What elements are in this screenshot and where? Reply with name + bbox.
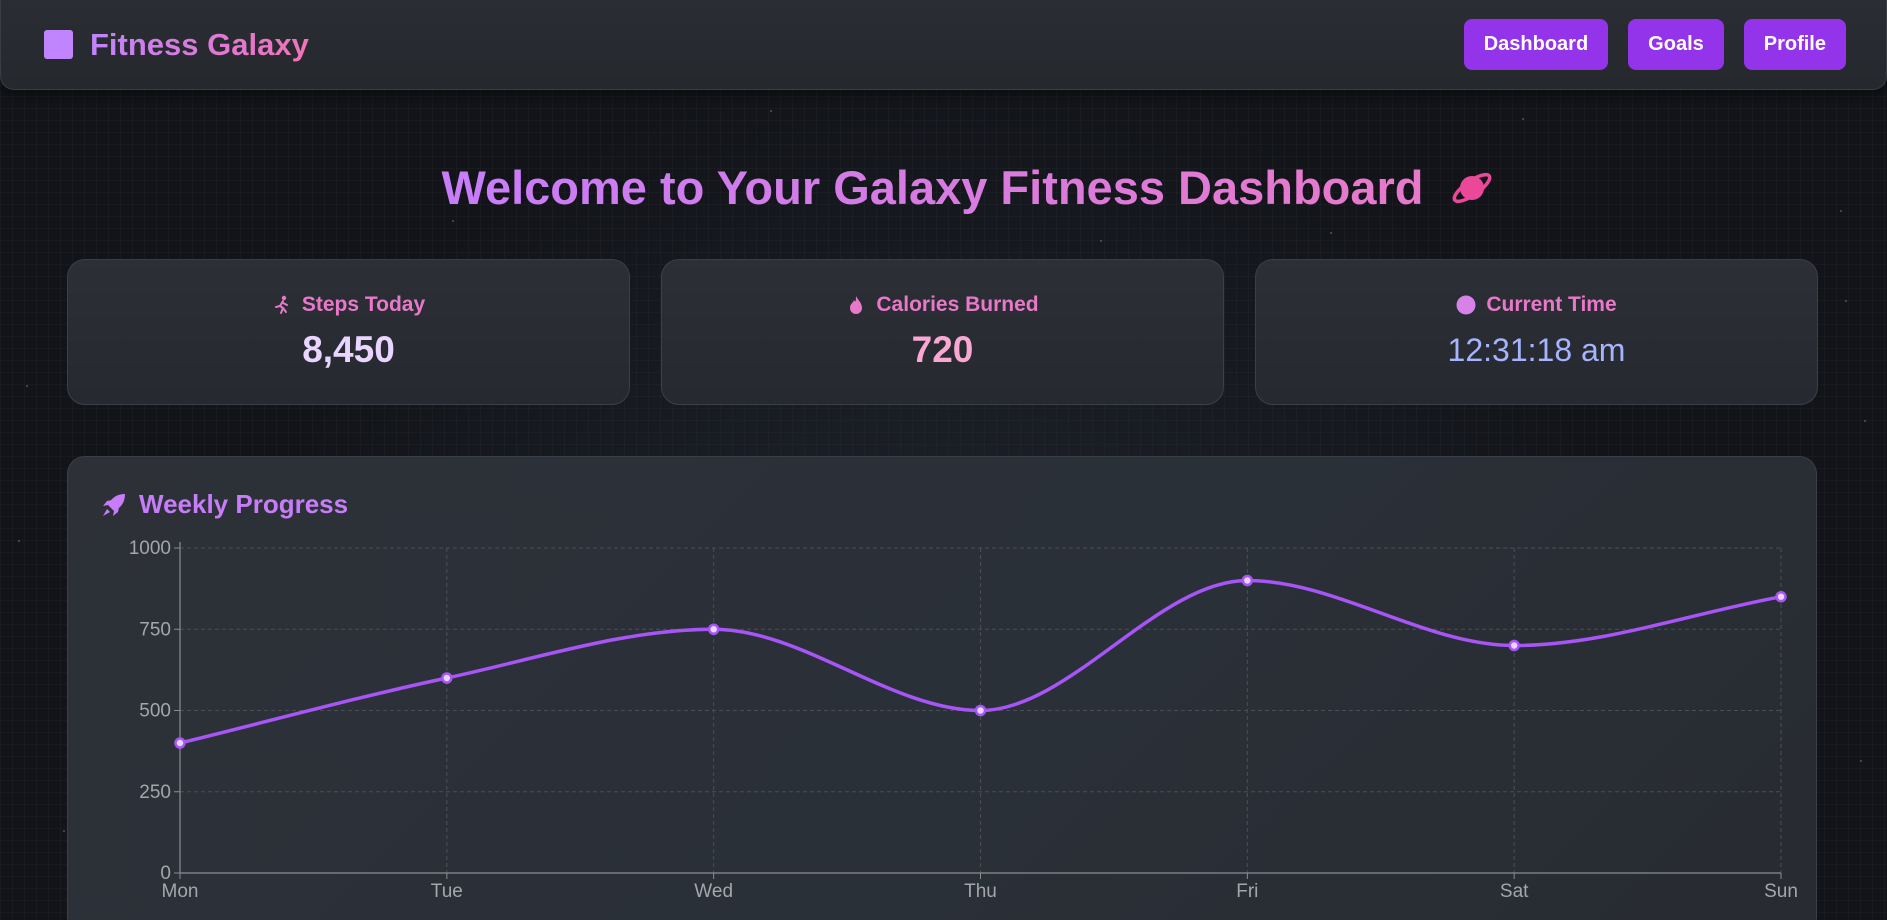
data-point	[707, 623, 720, 635]
steps-value: 8,450	[302, 329, 395, 370]
calories-value: 720	[911, 329, 974, 370]
x-tick-label: Tue	[431, 881, 463, 902]
x-tick-label: Wed	[694, 881, 733, 902]
y-tick-label: 250	[139, 782, 171, 803]
nav-profile-button[interactable]: Profile	[1743, 19, 1846, 70]
calories-card: Calories Burned 720	[661, 259, 1224, 405]
data-point	[441, 672, 453, 684]
calories-card-title: Calories Burned	[846, 293, 1039, 317]
nav-dashboard-button[interactable]: Dashboard	[1463, 19, 1609, 70]
data-point	[1508, 639, 1520, 652]
x-tick-label: Sat	[1500, 881, 1529, 902]
flame-icon	[850, 296, 863, 314]
data-point	[974, 704, 987, 717]
y-tick-label: 1000	[129, 538, 171, 559]
x-tick-label: Sun	[1764, 881, 1798, 902]
square-logo-icon	[44, 30, 73, 59]
clock-icon	[1456, 295, 1476, 315]
nav-buttons: Dashboard Goals Profile	[1463, 19, 1846, 70]
x-tick-label: Mon	[162, 881, 199, 902]
x-tick-label: Fri	[1236, 881, 1258, 902]
weekly-progress-chart: 02505007501000Mon Tue Wed Thu Fri Sat Sun	[129, 538, 1798, 902]
calories-label: Calories Burned	[876, 293, 1039, 316]
y-tick-label: 500	[139, 701, 171, 722]
running-person-icon	[274, 295, 288, 314]
welcome-headline: Welcome to Your Galaxy Fitness Dashboard	[0, 160, 1887, 215]
data-point	[1775, 591, 1787, 603]
time-label: Current Time	[1486, 293, 1617, 316]
x-tick-label: Thu	[964, 881, 997, 902]
data-point	[174, 737, 186, 749]
time-card-title: Current Time	[1456, 293, 1617, 317]
steps-card-title: Steps Today	[272, 293, 425, 317]
nav-goals-button[interactable]: Goals	[1628, 19, 1724, 70]
y-tick-label: 750	[139, 619, 171, 640]
time-card: Current Time 12:31:18 am	[1255, 259, 1818, 405]
data-point	[1241, 574, 1254, 587]
time-value: 12:31:18 am	[1447, 332, 1626, 368]
brand[interactable]: Fitness Galaxy	[44, 27, 309, 63]
top-navbar: Fitness Galaxy Dashboard Goals Profile	[0, 0, 1887, 90]
page-title: Welcome to Your Galaxy Fitness Dashboard	[441, 161, 1424, 214]
brand-name: Fitness Galaxy	[90, 26, 309, 62]
steps-card: Steps Today 8,450	[67, 259, 630, 405]
ringed-planet-icon	[1452, 172, 1491, 203]
steps-label: Steps Today	[301, 293, 426, 316]
weekly-progress-panel: Weekly Progress 0 250 500 750 1000 Mon Tue Wed T…	[67, 456, 1817, 920]
